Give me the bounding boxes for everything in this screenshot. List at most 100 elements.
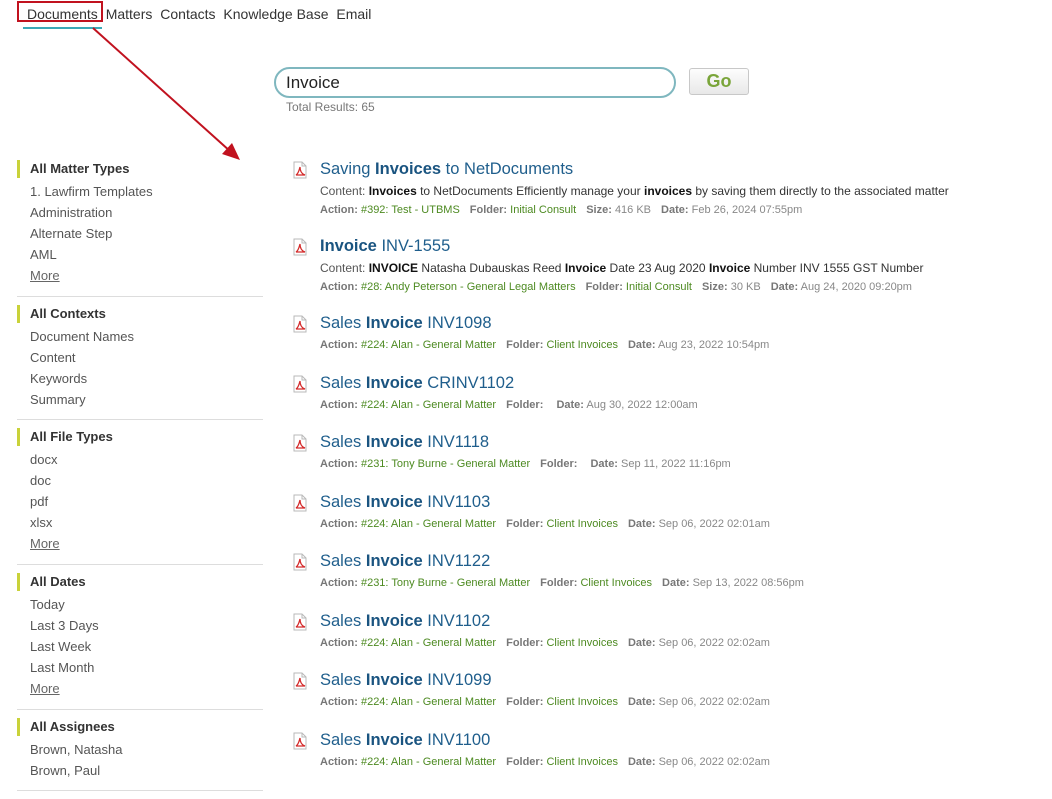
matter-link[interactable]: #224: Alan - General Matter	[361, 756, 496, 768]
file-date: Aug 30, 2022 12:00am	[586, 398, 698, 411]
facet-item[interactable]: 1. Lawfirm Templates	[17, 181, 263, 202]
facet-item[interactable]: doc	[17, 470, 263, 491]
facet-item[interactable]: Summary	[17, 389, 263, 410]
content-keyword: INVOICE	[368, 261, 419, 275]
result-title-link[interactable]: Sales Invoice INV1100	[320, 729, 1030, 751]
nav-tab-email[interactable]: Email	[336, 6, 371, 22]
folder-label: Folder:	[506, 636, 544, 649]
result-title-link[interactable]: Sales Invoice INV1098	[320, 312, 1030, 334]
matter-link[interactable]: #224: Alan - General Matter	[361, 399, 496, 411]
result-title-link[interactable]: Sales Invoice INV1102	[320, 610, 1030, 632]
result-title-link[interactable]: Saving Invoices to NetDocuments	[320, 158, 1030, 180]
file-date: Feb 26, 2024 07:55pm	[691, 204, 803, 216]
title-keyword: Invoice	[365, 671, 423, 689]
total-results: Total Results: 65	[286, 100, 375, 114]
title-keyword: Invoice	[365, 730, 423, 749]
facet-item[interactable]: xlsx	[17, 512, 263, 533]
facet-item[interactable]: Brown, Paul	[17, 760, 263, 781]
result-item: Sales Invoice INV1100 Action: #224: Alan …	[290, 729, 1030, 789]
facet-title[interactable]: All Matter Types	[17, 160, 263, 178]
folder-link[interactable]: Client Invoices	[546, 518, 618, 530]
content-text: Date 23 Aug 2020	[606, 261, 709, 275]
matter-link[interactable]: #392: Test - UTBMS	[361, 204, 460, 216]
result-item: Sales Invoice CRINV1102 Action: #224: Ala…	[290, 372, 1030, 432]
result-title-link[interactable]: Sales Invoice CRINV1102	[320, 372, 1030, 394]
facet-item[interactable]: Last Month	[17, 657, 263, 678]
pdf-icon	[291, 494, 309, 512]
facet-item[interactable]: Brown, Natasha	[17, 739, 263, 760]
facet-item[interactable]: Last 3 Days	[17, 615, 263, 636]
facet-title[interactable]: All Contexts	[17, 305, 263, 323]
matter-link[interactable]: #224: Alan - General Matter	[361, 637, 496, 649]
matter-link[interactable]: #28: Andy Peterson - General Legal Matte…	[361, 281, 576, 293]
nav-tab-knowledge-base[interactable]: Knowledge Base	[223, 6, 328, 22]
title-text: CRINV1102	[422, 373, 515, 392]
content-keyword: Invoices	[368, 184, 417, 198]
matter-link[interactable]: #224: Alan - General Matter	[361, 518, 496, 530]
title-text: Sales	[320, 373, 366, 392]
folder-link[interactable]: Client Invoices	[580, 577, 652, 589]
nav-tab-matters[interactable]: Matters	[106, 6, 153, 22]
facet-more-link[interactable]: More	[17, 533, 263, 555]
facet-more-link[interactable]: More	[17, 678, 263, 700]
facet-sidebar: All Matter Types 1. Lawfirm Templates Admi…	[17, 160, 263, 799]
search-input[interactable]	[274, 67, 676, 98]
facet-group: All Dates Today Last 3 Days Last Week Last M…	[17, 573, 263, 710]
folder-link[interactable]: Client Invoices	[546, 339, 618, 351]
title-text: Saving	[320, 160, 376, 178]
title-text: INV1099	[422, 671, 492, 689]
nav-tab-contacts[interactable]: Contacts	[160, 6, 215, 22]
pdf-icon	[291, 613, 309, 631]
result-title-link[interactable]: Invoice INV-1555	[320, 235, 1030, 257]
facet-item[interactable]: Last Week	[17, 636, 263, 657]
facet-item[interactable]: pdf	[17, 491, 263, 512]
folder-label: Folder:	[506, 696, 544, 708]
matter-link[interactable]: #224: Alan - General Matter	[361, 339, 496, 351]
folder-link[interactable]: Client Invoices	[546, 756, 618, 768]
matter-link[interactable]: #231: Tony Burne - General Matter	[361, 458, 530, 470]
folder-label: Folder:	[506, 339, 544, 351]
result-title-link[interactable]: Sales Invoice INV1103	[320, 491, 1030, 513]
action-label: Action:	[320, 204, 358, 216]
facet-item[interactable]: Administration	[17, 202, 263, 223]
facet-title[interactable]: All Dates	[17, 573, 263, 591]
go-button[interactable]: Go	[689, 68, 749, 95]
content-text: to NetDocuments Efficiently manage your	[416, 184, 644, 198]
facet-item[interactable]: Content	[17, 347, 263, 368]
facet-item[interactable]: Keywords	[17, 368, 263, 389]
action-label: Action:	[320, 339, 358, 351]
file-size: 30 KB	[730, 281, 761, 293]
action-label: Action:	[320, 281, 358, 293]
matter-link[interactable]: #224: Alan - General Matter	[361, 696, 496, 708]
facet-more-link[interactable]: More	[17, 265, 263, 287]
result-meta: Action: #224: Alan - General Matter Folde…	[320, 695, 1030, 710]
facet-item[interactable]: Document Names	[17, 326, 263, 347]
folder-link[interactable]: Client Invoices	[546, 637, 618, 649]
result-item: Sales Invoice INV1099 Action: #224: Alan …	[290, 669, 1030, 729]
date-label: Date:	[590, 458, 618, 470]
result-title-link[interactable]: Sales Invoice INV1118	[320, 431, 1030, 453]
result-meta: Action: #224: Alan - General Matter Folde…	[320, 398, 1030, 413]
folder-link[interactable]: Initial Consult	[626, 281, 692, 293]
result-meta: Action: #231: Tony Burne - General Matte…	[320, 576, 1030, 591]
content-text: Natasha Dubauskas Reed	[418, 261, 565, 275]
result-title-link[interactable]: Sales Invoice INV1099	[320, 669, 1030, 691]
facet-item[interactable]: Alternate Step	[17, 223, 263, 244]
facet-item[interactable]: Today	[17, 594, 263, 615]
title-keyword: Invoice	[365, 433, 423, 451]
folder-label: Folder:	[540, 458, 578, 470]
facet-group: All Contexts Document Names Content Keyword…	[17, 305, 263, 420]
folder-link[interactable]: Initial Consult	[510, 204, 576, 216]
matter-link[interactable]: #231: Tony Burne - General Matter	[361, 577, 530, 589]
result-title-link[interactable]: Sales Invoice INV1122	[320, 550, 1030, 572]
title-text: INV1100	[422, 730, 491, 749]
facet-item[interactable]: AML	[17, 244, 263, 265]
folder-link[interactable]: Client Invoices	[546, 696, 618, 708]
facet-item[interactable]: docx	[17, 449, 263, 470]
action-label: Action:	[320, 636, 358, 649]
result-meta: Action: #224: Alan - General Matter Folde…	[320, 517, 1030, 532]
result-meta: Action: #224: Alan - General Matter Folde…	[320, 755, 1030, 770]
facet-title[interactable]: All File Types	[17, 428, 263, 446]
facet-title[interactable]: All Assignees	[17, 718, 263, 736]
folder-label: Folder:	[506, 755, 544, 768]
